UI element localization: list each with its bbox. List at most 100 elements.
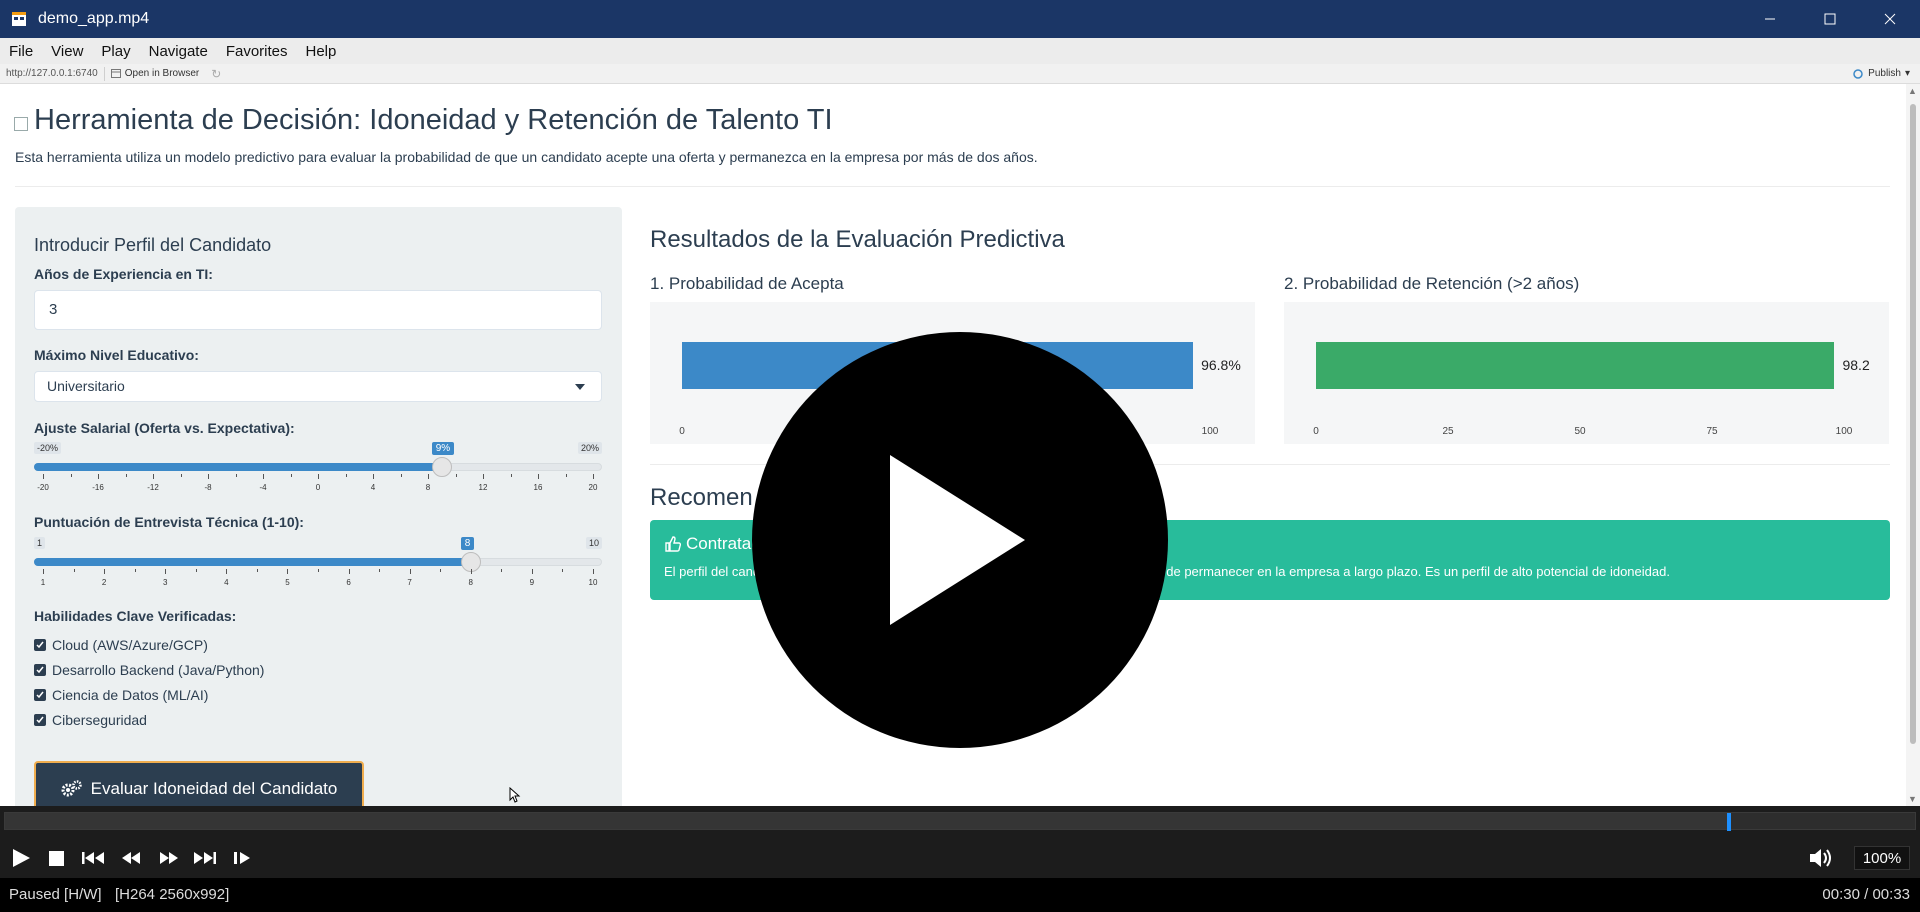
- slider-tick-label: -8: [204, 483, 212, 492]
- slider-tick: [593, 474, 594, 479]
- interview-max-label: 10: [585, 537, 602, 549]
- scroll-up-icon[interactable]: ▲: [1908, 86, 1917, 96]
- slider-tick: [470, 569, 472, 574]
- codec-info: [H264 2560x992]: [115, 886, 230, 903]
- slider-tick: [153, 474, 154, 479]
- slider-tick: [379, 569, 381, 572]
- slider-tick: [98, 474, 99, 479]
- chart-bar: [1316, 342, 1835, 389]
- previous-button[interactable]: [80, 848, 106, 868]
- zoom-level[interactable]: 100%: [1854, 846, 1910, 870]
- slider-tick-label: -16: [92, 483, 104, 492]
- app-icon: [10, 10, 28, 28]
- skip-back-icon: [82, 852, 104, 864]
- skill-checkbox-security[interactable]: Ciberseguridad: [34, 707, 264, 732]
- play-overlay-button[interactable]: [752, 332, 1168, 748]
- open-in-browser-button[interactable]: Open in Browser: [110, 68, 199, 79]
- page-scrollbar[interactable]: ▲ ▼: [1906, 84, 1920, 806]
- scroll-down-icon[interactable]: ▼: [1908, 794, 1917, 804]
- slider-tick: [43, 569, 44, 574]
- minimize-button[interactable]: [1740, 0, 1800, 38]
- skills-checklist: Cloud (AWS/Azure/GCP) Desarrollo Backend…: [34, 632, 264, 732]
- salary-label: Ajuste Salarial (Oferta vs. Expectativa)…: [34, 420, 295, 436]
- rewind-icon: [122, 852, 140, 864]
- education-select[interactable]: Universitario: [34, 371, 602, 402]
- slider-tick: [345, 474, 347, 477]
- chart-data-label: 96.8%: [1201, 357, 1241, 373]
- evaluate-button[interactable]: Evaluar Idoneidad del Candidato: [34, 761, 364, 806]
- slider-tick: [400, 474, 402, 477]
- stop-button[interactable]: [48, 848, 64, 868]
- form-title: Introducir Perfil del Candidato: [34, 235, 272, 255]
- playback-status: Paused [H/W]: [9, 886, 102, 903]
- window-title: demo_app.mp4: [38, 10, 150, 27]
- menu-play[interactable]: Play: [101, 43, 130, 60]
- slider-tick: [348, 569, 350, 574]
- url-text[interactable]: http://127.0.0.1:6740: [6, 68, 98, 79]
- rewind-button[interactable]: [120, 848, 142, 868]
- menu-view[interactable]: View: [51, 43, 83, 60]
- chart-retention-title: 2. Probabilidad de Retención (>2 años): [1284, 274, 1580, 293]
- slider-fill: [34, 558, 471, 566]
- menu-help[interactable]: Help: [306, 43, 337, 60]
- chart-data-label: 98.2: [1842, 357, 1870, 373]
- divider: [103, 66, 105, 81]
- status-bar: Paused [H/W] [H264 2560x992] 00:30 / 00:…: [0, 878, 1920, 912]
- slider-tick-label: 3: [162, 578, 168, 587]
- maximize-button[interactable]: [1800, 0, 1860, 38]
- slider-tick: [318, 569, 319, 572]
- slider-tick-label: 16: [533, 483, 543, 492]
- thumbs-up-icon: [665, 536, 682, 552]
- slider-tick-label: 10: [588, 578, 598, 587]
- slider-tick: [226, 569, 228, 574]
- salary-slider[interactable]: -20% 20% 9% -20 -16 -12 -8 -4 0 4 8 12 16 20: [34, 442, 602, 502]
- close-button[interactable]: [1860, 0, 1920, 38]
- skill-checkbox-backend[interactable]: Desarrollo Backend (Java/Python): [34, 657, 264, 682]
- seek-knob[interactable]: [1726, 813, 1731, 831]
- slider-tick-label: -20: [37, 483, 49, 492]
- slider-tick-label: -12: [147, 483, 159, 492]
- chart-tick-label: 50: [1574, 426, 1586, 437]
- experience-label: Años de Experiencia en TI:: [34, 266, 213, 282]
- menu-favorites[interactable]: Favorites: [226, 43, 288, 60]
- frame-step-button[interactable]: [232, 848, 254, 868]
- chevron-down-icon: [575, 384, 585, 390]
- fast-forward-button[interactable]: [158, 848, 180, 868]
- slider-tick-label: 5: [285, 578, 290, 587]
- slider-tick: [501, 569, 503, 572]
- slider-tick: [104, 569, 106, 574]
- skill-checkbox-data-science[interactable]: Ciencia de Datos (ML/AI): [34, 682, 264, 707]
- menu-file[interactable]: File: [9, 43, 33, 60]
- next-button[interactable]: [192, 848, 218, 868]
- experience-input[interactable]: 3: [34, 290, 602, 330]
- scrollbar-thumb[interactable]: [1910, 104, 1916, 744]
- slider-tick: [263, 474, 264, 479]
- slider-tick-label: 9: [529, 578, 535, 587]
- interview-value-label: 8: [460, 537, 475, 550]
- checkbox-checked-icon: [34, 638, 46, 651]
- publish-label: Publish: [1868, 68, 1901, 79]
- slider-tick-label: 2: [101, 578, 107, 587]
- seek-fill: [5, 813, 1728, 829]
- refresh-icon[interactable]: ↻: [211, 67, 221, 81]
- slider-tick: [43, 474, 44, 479]
- slider-ticks: -20 -16 -12 -8 -4 0 4 8 12 16 20: [37, 474, 597, 496]
- page-subtitle: Esta herramienta utiliza un modelo predi…: [15, 149, 1038, 165]
- checkbox-checked-icon: [34, 688, 46, 701]
- menu-navigate[interactable]: Navigate: [149, 43, 208, 60]
- slider-tick-label: 12: [478, 483, 488, 492]
- skill-checkbox-cloud[interactable]: Cloud (AWS/Azure/GCP): [34, 632, 264, 657]
- slider-tick: [256, 569, 258, 572]
- slider-tick: [565, 474, 567, 477]
- volume-button[interactable]: [1808, 848, 1836, 868]
- seek-bar[interactable]: [0, 806, 1920, 838]
- skills-label: Habilidades Clave Verificadas:: [34, 608, 237, 624]
- play-button[interactable]: [10, 848, 32, 868]
- slider-tick: [180, 474, 182, 477]
- slider-tick: [235, 474, 237, 477]
- publish-button[interactable]: Publish ▾: [1852, 68, 1910, 79]
- interview-slider[interactable]: 1 10 8 1 2 3 4 5 6 7 8 9 10: [34, 537, 602, 597]
- slider-ticks: 1 2 3 4 5 6 7 8 9 10: [41, 569, 597, 591]
- volume-icon: [1810, 849, 1831, 867]
- page-header: Herramienta de Decisión: Idoneidad y Ret…: [14, 104, 833, 137]
